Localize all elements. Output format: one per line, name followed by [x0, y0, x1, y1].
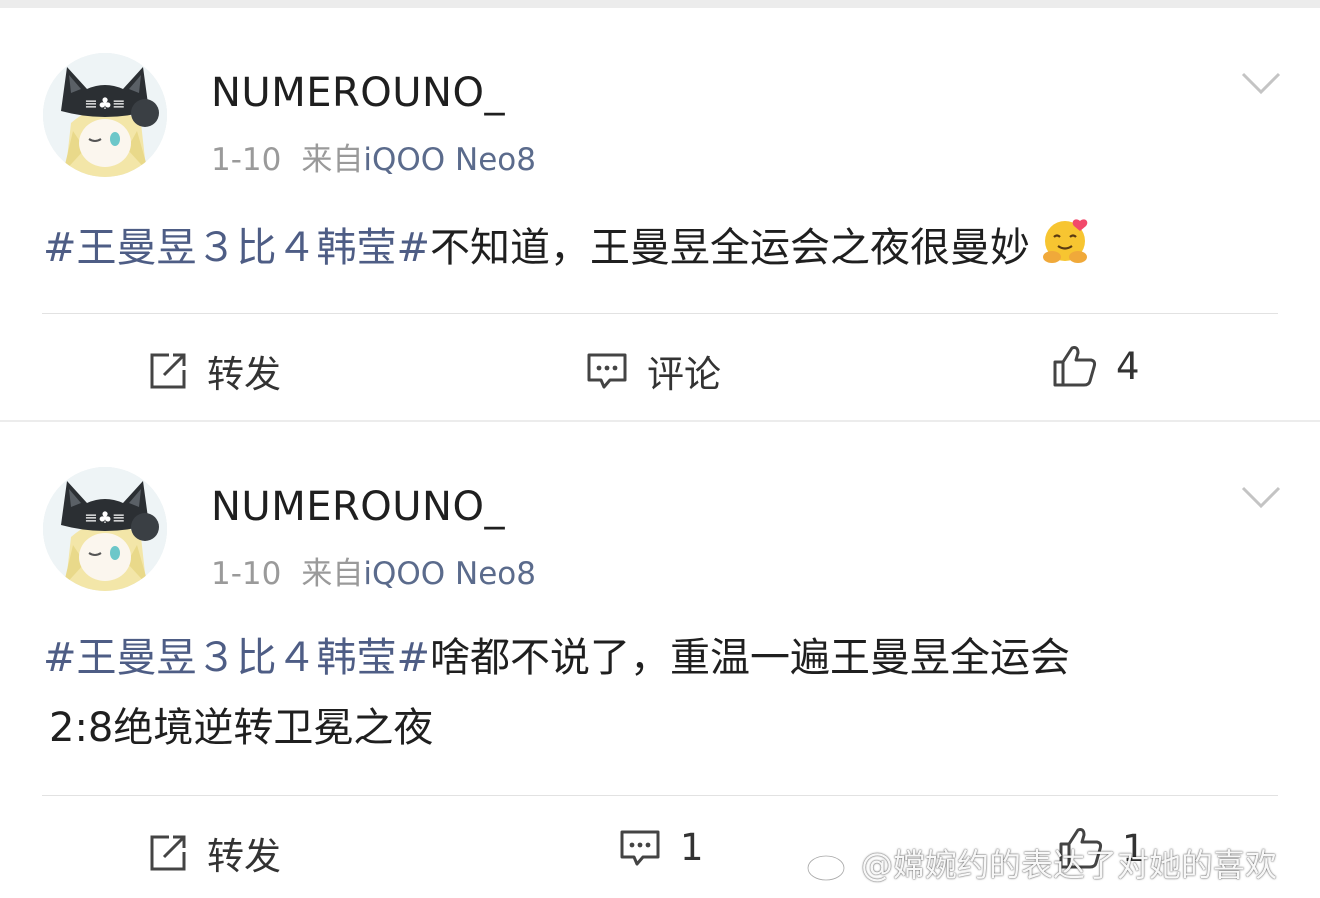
repost-icon [150, 353, 186, 389]
weibo-logo-icon [806, 847, 852, 882]
repost-label: 转发 [207, 353, 281, 396]
repost-button[interactable]: 转发 [147, 826, 281, 880]
post-card[interactable]: ≡♣≡ NUMEROUNO_ 1-10 来自iQOO Neo8 #王曼昱３比４韩莹… [0, 422, 1320, 898]
comment-label: 评论 [647, 353, 721, 396]
source-prefix: 来自 [301, 142, 364, 178]
post-meta: 1-10 来自iQOO Neo8 [211, 134, 536, 179]
source-device[interactable]: iQOO Neo8 [363, 556, 536, 592]
hashtag-link[interactable]: #王曼昱３比４韩莹# [43, 635, 430, 681]
post-date: 1-10 [211, 556, 282, 592]
post-content: #王曼昱３比４韩莹#啥都不说了，重温一遍王曼昱全运会 2:8绝境逆转卫冕之夜 [43, 629, 1283, 757]
post-card[interactable]: ≡♣≡ NUMEROUNO_ 1-10 来自iQOO Neo8 #王曼昱３比４韩莹… [0, 8, 1320, 420]
hashtag-link[interactable]: #王曼昱３比４韩莹# [43, 225, 430, 271]
weibo-watermark: @嫦婉约的表达了对她的喜欢 [805, 838, 1277, 888]
source-prefix: 来自 [301, 556, 364, 592]
comment-count: 1 [680, 826, 704, 869]
divider [42, 795, 1278, 796]
post-text: 不知道，王曼昱全运会之夜很曼妙 [430, 225, 1031, 271]
post-date: 1-10 [211, 142, 282, 178]
chevron-down-icon[interactable] [1240, 70, 1282, 96]
post-text: 啥都不说了，重温一遍王曼昱全运会 [430, 635, 1071, 681]
username[interactable]: NUMEROUNO_ [211, 484, 505, 530]
watermark-text: @嫦婉约的表达了对她的喜欢 [861, 846, 1278, 884]
post-text-line2: 2:8绝境逆转卫冕之夜 [49, 705, 434, 751]
comment-icon [587, 353, 627, 389]
like-button[interactable]: 4 [1052, 344, 1140, 388]
user-avatar[interactable]: ≡♣≡ [43, 53, 167, 177]
comment-button[interactable]: 评论 [585, 344, 721, 398]
post-content: #王曼昱３比４韩莹#不知道，王曼昱全运会之夜很曼妙 [43, 215, 1283, 285]
comment-icon [620, 830, 660, 865]
repost-button[interactable]: 转发 [147, 344, 281, 398]
svg-text:≡♣≡: ≡♣≡ [84, 508, 125, 527]
divider [42, 313, 1278, 314]
repost-icon [150, 835, 186, 871]
hug-emoji-icon [1038, 215, 1092, 285]
comment-button[interactable]: 1 [618, 826, 704, 869]
anime-avatar-icon: ≡♣≡ [43, 53, 167, 177]
username[interactable]: NUMEROUNO_ [211, 70, 505, 116]
source-device[interactable]: iQOO Neo8 [363, 142, 536, 178]
like-count: 4 [1116, 344, 1140, 388]
chevron-down-icon[interactable] [1240, 484, 1282, 510]
repost-label: 转发 [207, 835, 281, 878]
anime-avatar-icon: ≡♣≡ [43, 467, 167, 591]
thumbs-up-icon [1053, 346, 1097, 387]
user-avatar[interactable]: ≡♣≡ [43, 467, 167, 591]
svg-text:≡♣≡: ≡♣≡ [84, 94, 125, 113]
post-meta: 1-10 来自iQOO Neo8 [211, 548, 536, 593]
